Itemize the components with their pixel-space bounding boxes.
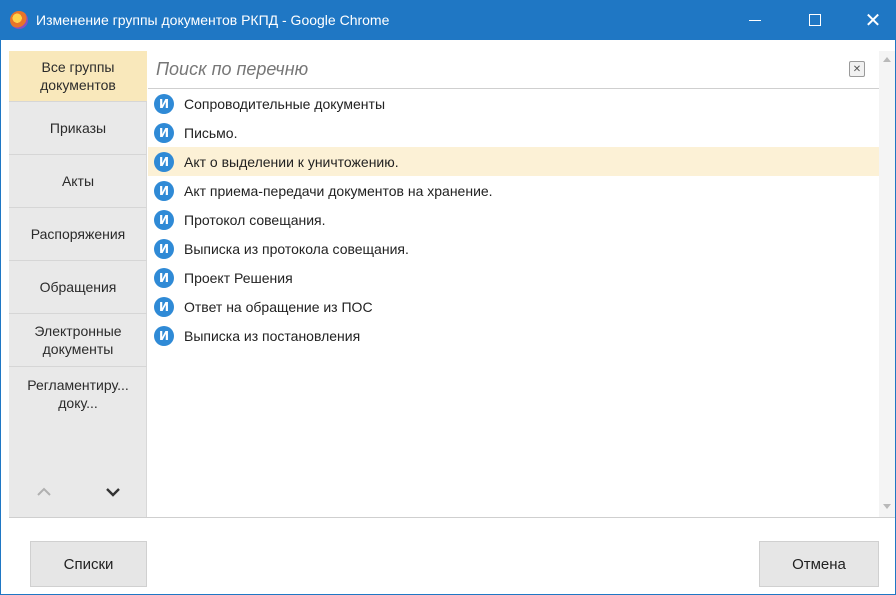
list-item-label: Проект Решения bbox=[184, 269, 293, 286]
document-list: И Сопроводительные документы И Письмо. И… bbox=[148, 89, 879, 350]
nav-item-label: Регламентиру... доку... bbox=[27, 376, 129, 411]
list-item[interactable]: И Выписка из протокола совещания. bbox=[148, 234, 879, 263]
list-item-label: Письмо. bbox=[184, 124, 238, 141]
nav-item-label: Приказы bbox=[49, 120, 107, 136]
scroll-down-arrow-icon[interactable] bbox=[883, 504, 891, 509]
list-item[interactable]: И Акт о выделении к уничтожению. bbox=[148, 147, 879, 176]
nav-item-acts[interactable]: Акты bbox=[9, 155, 147, 208]
list-item-label: Выписка из протокола совещания. bbox=[184, 240, 409, 257]
chrome-icon bbox=[10, 11, 28, 29]
list-item-label: Акт приема-передачи документов на хранен… bbox=[184, 182, 493, 199]
nav-item-label: Распоряжения bbox=[30, 226, 126, 242]
list-item-label: Сопроводительные документы bbox=[184, 95, 386, 112]
minimize-icon bbox=[749, 19, 761, 21]
nav-item-label: Акты bbox=[61, 173, 95, 189]
maximize-button[interactable] bbox=[792, 0, 838, 40]
nav-scroll-up-button[interactable] bbox=[9, 465, 78, 518]
title-bar: Изменение группы документов РКПД - Googl… bbox=[0, 0, 896, 40]
document-type-icon: И bbox=[154, 325, 174, 346]
list-scrollbar[interactable] bbox=[879, 51, 895, 517]
nav-item-label: Все группы документов bbox=[40, 59, 116, 93]
scroll-up-arrow-icon[interactable] bbox=[883, 57, 891, 62]
minimize-button[interactable] bbox=[732, 0, 778, 40]
close-icon: ✕ bbox=[864, 8, 882, 32]
cancel-button[interactable]: Отмена bbox=[759, 541, 879, 587]
nav-item-appeals[interactable]: Обращения bbox=[9, 261, 147, 314]
nav-scroll-controls bbox=[9, 465, 147, 518]
list-item-label: Выписка из постановления bbox=[184, 327, 361, 344]
search-input[interactable] bbox=[148, 59, 828, 80]
list-item[interactable]: И Письмо. bbox=[148, 118, 879, 147]
footer-divider bbox=[9, 517, 895, 518]
list-item[interactable]: И Сопроводительные документы bbox=[148, 89, 879, 118]
document-type-icon: И bbox=[154, 296, 174, 317]
chevron-up-icon bbox=[36, 487, 51, 496]
list-item[interactable]: И Выписка из постановления bbox=[148, 321, 879, 350]
maximize-icon bbox=[809, 14, 821, 26]
nav-item-electronic-docs[interactable]: Электронные документы bbox=[9, 314, 147, 367]
document-list-panel: ✕ И Сопроводительные документы И Письмо.… bbox=[148, 51, 879, 517]
nav-item-label: Электронные документы bbox=[34, 323, 122, 357]
search-bar: ✕ bbox=[148, 51, 879, 89]
clear-search-button[interactable]: ✕ bbox=[849, 61, 865, 77]
nav-item-directives[interactable]: Распоряжения bbox=[9, 208, 147, 261]
lists-button[interactable]: Списки bbox=[30, 541, 147, 587]
nav-item-regulatory-docs[interactable]: Регламентиру... доку... bbox=[9, 367, 147, 420]
group-nav: Все группы документов Приказы Акты Распо… bbox=[9, 51, 147, 518]
document-type-icon: И bbox=[154, 238, 174, 259]
nav-scroll-down-button[interactable] bbox=[78, 465, 147, 518]
document-type-icon: И bbox=[154, 93, 174, 114]
window-title: Изменение группы документов РКПД - Googl… bbox=[36, 12, 390, 28]
list-item-label: Протокол совещания. bbox=[184, 211, 326, 228]
close-button[interactable]: ✕ bbox=[850, 0, 896, 40]
nav-item-orders[interactable]: Приказы bbox=[9, 102, 147, 155]
chevron-down-icon bbox=[105, 487, 120, 497]
nav-item-label: Обращения bbox=[39, 279, 117, 295]
document-type-icon: И bbox=[154, 151, 174, 172]
document-type-icon: И bbox=[154, 122, 174, 143]
list-item[interactable]: И Ответ на обращение из ПОС bbox=[148, 292, 879, 321]
list-item-label: Акт о выделении к уничтожению. bbox=[184, 153, 399, 170]
nav-item-all-groups[interactable]: Все группы документов bbox=[9, 51, 147, 102]
document-type-icon: И bbox=[154, 267, 174, 288]
list-item[interactable]: И Проект Решения bbox=[148, 263, 879, 292]
list-item-label: Ответ на обращение из ПОС bbox=[184, 298, 373, 315]
list-item[interactable]: И Протокол совещания. bbox=[148, 205, 879, 234]
document-type-icon: И bbox=[154, 180, 174, 201]
document-type-icon: И bbox=[154, 209, 174, 230]
list-item[interactable]: И Акт приема-передачи документов на хран… bbox=[148, 176, 879, 205]
